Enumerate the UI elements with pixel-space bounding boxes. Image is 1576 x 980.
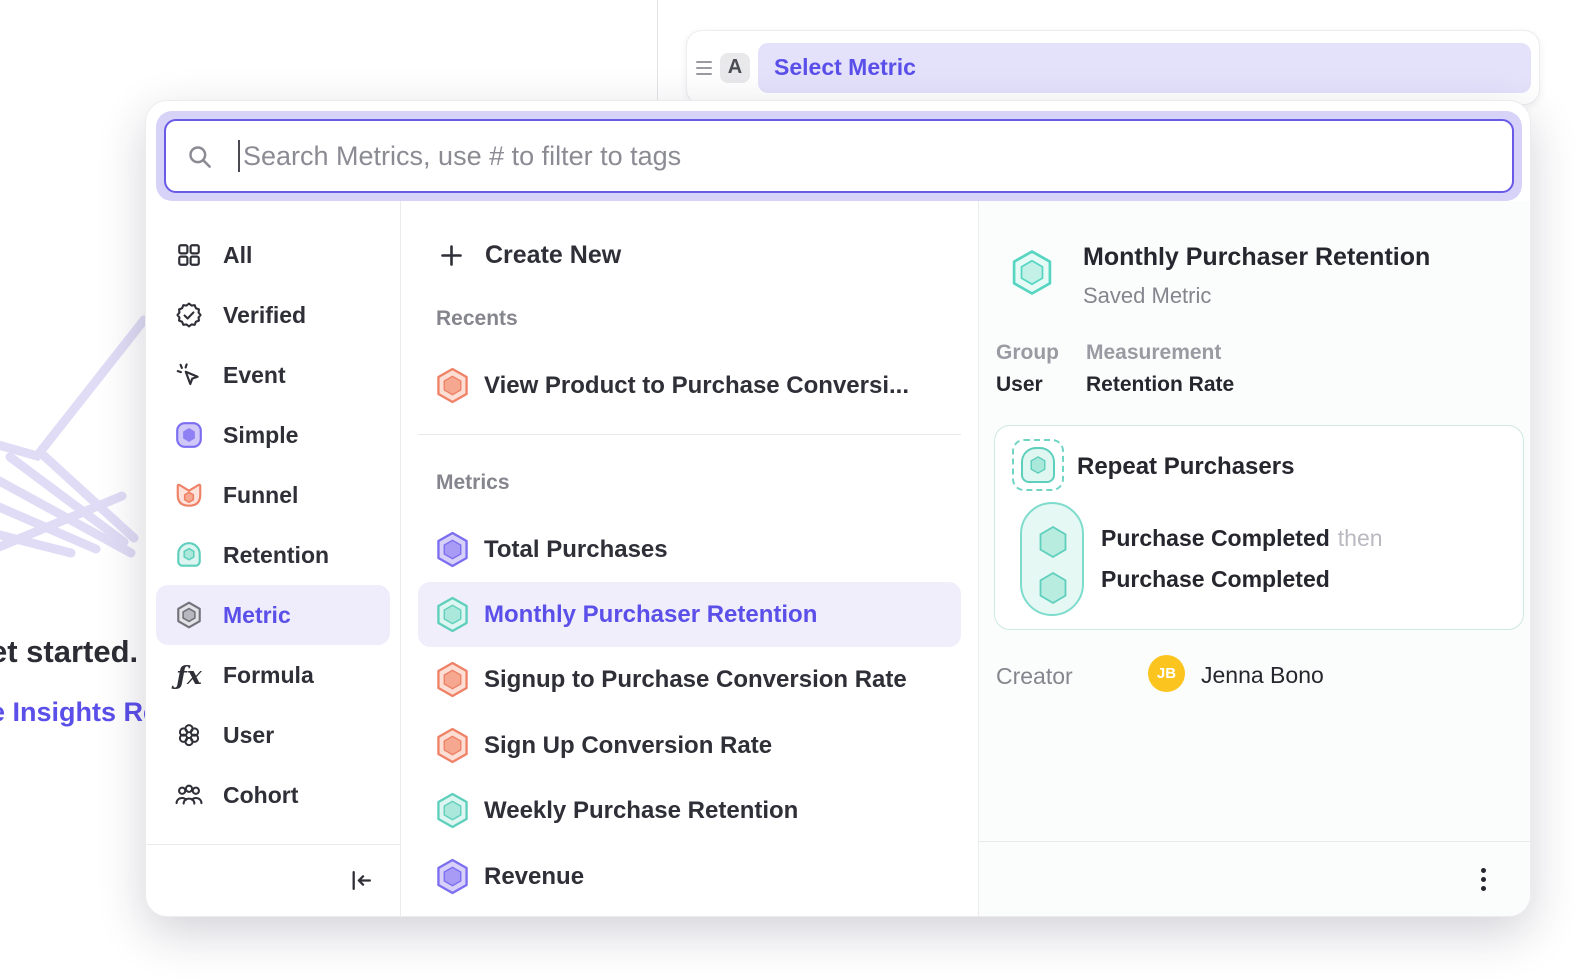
metric-detail-panel: Monthly Purchaser Retention Saved Metric… <box>979 201 1530 916</box>
sidebar-item-event[interactable]: Event <box>156 345 390 405</box>
grid-icon <box>172 242 206 268</box>
list-item-metric[interactable]: Weekly Purchase Retention <box>418 778 961 843</box>
sidebar-item-all[interactable]: All <box>156 225 390 285</box>
retention-metric-hexagon-icon <box>436 596 469 633</box>
retention-metric-hexagon-icon <box>436 792 469 829</box>
background-divider-line <box>657 0 658 103</box>
background-link-partial[interactable]: e Insights Re <box>0 697 158 728</box>
event-cursor-icon <box>172 361 206 389</box>
detail-subtitle: Saved Metric <box>1083 283 1211 309</box>
sidebar-item-label: Formula <box>223 662 314 689</box>
verified-badge-icon <box>172 301 206 329</box>
step-hexagon-icon <box>1037 524 1069 560</box>
metric-hexagon-icon <box>172 600 206 630</box>
sidebar-item-metric[interactable]: Metric <box>156 585 390 645</box>
sidebar-item-label: Cohort <box>223 782 298 809</box>
saved-metric-title: Repeat Purchasers <box>1077 453 1294 481</box>
retention-step-2: Purchase Completed <box>1101 566 1330 593</box>
section-divider <box>418 434 961 435</box>
metric-query-row: A Select Metric <box>686 30 1540 105</box>
creator-avatar: JB <box>1148 655 1185 692</box>
sidebar-item-label: Metric <box>223 602 291 629</box>
step-hexagon-icon <box>1037 570 1069 606</box>
list-item-recent[interactable]: View Product to Purchase Conversi... <box>418 353 961 418</box>
sidebar-item-funnel[interactable]: Funnel <box>156 465 390 525</box>
simple-metric-hexagon-icon <box>436 858 469 895</box>
metric-results-list: Create New Recents View Product to Purch… <box>401 201 979 916</box>
search-focus-ring <box>156 111 1522 201</box>
metric-picker-modal: All Verified <box>145 100 1531 917</box>
background-heading-partial: et started. <box>0 634 138 670</box>
detail-footer <box>979 841 1530 916</box>
recents-header: Recents <box>436 307 518 331</box>
funnel-icon <box>172 480 206 510</box>
sidebar-item-retention[interactable]: Retention <box>156 525 390 585</box>
plus-icon <box>438 242 465 269</box>
list-item-label: Monthly Purchaser Retention <box>484 601 817 629</box>
list-item-metric[interactable]: Signup to Purchase Conversion Rate <box>418 647 961 712</box>
more-options-icon[interactable] <box>1475 862 1492 897</box>
simple-metric-hexagon-icon <box>436 531 469 568</box>
group-value: User <box>996 373 1043 397</box>
retention-metric-hexagon-icon <box>1011 249 1053 296</box>
sidebar-footer <box>146 844 400 916</box>
creator-name: Jenna Bono <box>1201 662 1324 689</box>
sidebar-item-verified[interactable]: Verified <box>156 285 390 345</box>
cohort-icon <box>172 782 206 808</box>
group-label: Group <box>996 341 1059 365</box>
sidebar-item-label: Simple <box>223 422 298 449</box>
list-item-metric[interactable]: Total Purchases <box>418 517 961 582</box>
detail-title: Monthly Purchaser Retention <box>1083 243 1430 272</box>
list-item-label: Total Purchases <box>484 536 668 564</box>
text-caret <box>238 140 240 172</box>
sidebar-item-cohort[interactable]: Cohort <box>156 765 390 825</box>
sidebar-item-label: Retention <box>223 542 329 569</box>
measurement-value: Retention Rate <box>1086 373 1234 397</box>
series-a-badge: A <box>720 53 750 83</box>
retention-icon <box>172 540 206 570</box>
list-item-label: Weekly Purchase Retention <box>484 797 798 825</box>
collapse-sidebar-icon[interactable] <box>349 868 374 893</box>
sidebar-item-label: Verified <box>223 302 306 329</box>
saved-metric-card: Repeat Purchasers Purchase Completedthen… <box>994 425 1524 630</box>
select-metric-button[interactable]: Select Metric <box>758 43 1531 93</box>
sidebar-item-label: Event <box>223 362 286 389</box>
create-new-label: Create New <box>485 241 621 270</box>
search-box[interactable] <box>164 119 1514 193</box>
list-item-label: View Product to Purchase Conversi... <box>484 372 909 400</box>
measurement-label: Measurement <box>1086 341 1221 365</box>
retention-steps-capsule <box>1020 502 1084 616</box>
simple-metric-icon <box>172 420 206 450</box>
search-input[interactable] <box>243 141 1492 172</box>
funnel-metric-hexagon-icon <box>436 661 469 698</box>
list-item-label: Revenue <box>484 863 584 891</box>
retention-step-1: Purchase Completedthen <box>1101 525 1383 552</box>
funnel-metric-hexagon-icon <box>436 367 469 404</box>
background-chart-illustration <box>0 270 150 610</box>
retention-dashed-icon <box>1012 439 1064 491</box>
category-sidebar: All Verified <box>146 201 401 916</box>
list-item-label: Signup to Purchase Conversion Rate <box>484 666 907 694</box>
list-item-metric-selected[interactable]: Monthly Purchaser Retention <box>418 582 961 647</box>
sidebar-item-simple[interactable]: Simple <box>156 405 390 465</box>
step-connector: then <box>1338 525 1383 551</box>
sidebar-item-label: User <box>223 722 274 749</box>
list-item-label: Sign Up Conversion Rate <box>484 732 772 760</box>
sidebar-item-label: Funnel <box>223 482 298 509</box>
list-item-metric[interactable]: Sign Up Conversion Rate <box>418 713 961 778</box>
list-item-metric[interactable]: Revenue <box>418 844 961 909</box>
create-new-button[interactable]: Create New <box>438 229 621 281</box>
creator-label: Creator <box>996 663 1073 690</box>
user-cluster-icon <box>172 721 206 749</box>
metrics-header: Metrics <box>436 471 510 495</box>
sidebar-item-label: All <box>223 242 252 269</box>
sidebar-item-user[interactable]: User <box>156 705 390 765</box>
drag-handle-icon[interactable] <box>696 61 712 75</box>
funnel-metric-hexagon-icon <box>436 727 469 764</box>
formula-icon: ƒx <box>172 661 206 690</box>
sidebar-item-formula[interactable]: ƒx Formula <box>156 645 390 705</box>
search-icon <box>186 143 213 170</box>
